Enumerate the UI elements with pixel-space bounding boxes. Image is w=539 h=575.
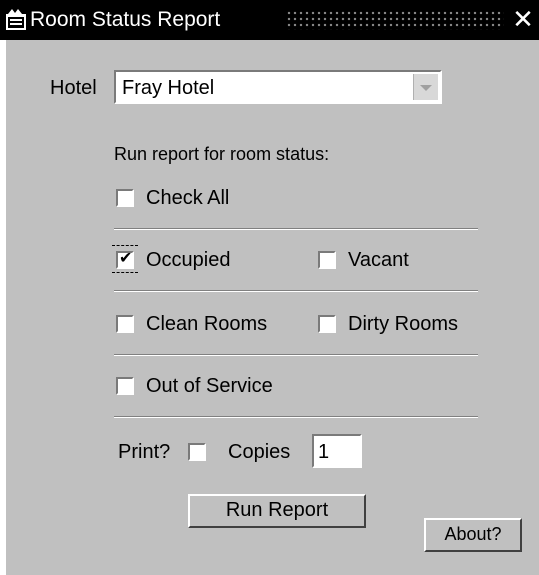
vacant-checkbox[interactable]	[318, 251, 336, 269]
dirty-rooms-checkbox-row[interactable]: Dirty Rooms	[318, 312, 488, 340]
check-all-checkbox-row[interactable]: Check All	[116, 186, 256, 214]
occupied-label: Occupied	[146, 249, 231, 271]
print-checkbox-row[interactable]	[188, 440, 212, 468]
copies-value: 1	[318, 441, 330, 463]
divider	[114, 416, 478, 418]
room-status-heading: Run report for room status:	[114, 144, 330, 164]
print-checkbox[interactable]	[188, 443, 206, 461]
divider	[114, 228, 478, 230]
check-all-label: Check All	[146, 187, 230, 209]
close-icon[interactable]: ✕	[510, 4, 536, 34]
forms-app-icon	[6, 9, 26, 30]
run-report-button[interactable]: Run Report	[188, 494, 366, 528]
chevron-down-icon	[420, 85, 432, 91]
hotel-select-value: Fray Hotel	[122, 77, 215, 99]
hotel-select[interactable]: Fray Hotel	[114, 70, 442, 104]
window-frame-left	[0, 40, 6, 575]
title-bar[interactable]: Room Status Report ✕	[0, 0, 539, 40]
occupied-checkbox[interactable]: ✔	[116, 248, 134, 269]
vacant-label: Vacant	[348, 249, 409, 271]
clean-rooms-checkbox[interactable]	[116, 315, 134, 333]
dirty-rooms-label: Dirty Rooms	[348, 313, 459, 335]
checkmark-icon: ✔	[119, 248, 133, 267]
out-of-service-label: Out of Service	[146, 375, 273, 397]
check-all-checkbox[interactable]	[116, 189, 134, 207]
room-status-report-window: Room Status Report ✕ Hotel Fray Hotel Ru…	[0, 0, 539, 575]
hotel-dropdown-button[interactable]	[413, 74, 438, 100]
hotel-label: Hotel	[50, 77, 97, 99]
window-title: Room Status Report	[30, 8, 221, 31]
print-label: Print?	[118, 441, 171, 463]
title-bar-grip	[286, 10, 504, 30]
divider	[114, 290, 478, 292]
occupied-checkbox-row[interactable]: ✔ Occupied	[112, 245, 256, 276]
about-button[interactable]: About?	[424, 518, 522, 552]
out-of-service-checkbox-row[interactable]: Out of Service	[116, 374, 306, 402]
clean-rooms-checkbox-row[interactable]: Clean Rooms	[116, 312, 306, 340]
out-of-service-checkbox[interactable]	[116, 377, 134, 395]
copies-label: Copies	[228, 441, 291, 463]
divider	[114, 354, 478, 356]
clean-rooms-label: Clean Rooms	[146, 313, 268, 335]
copies-input[interactable]: 1	[312, 434, 362, 468]
vacant-checkbox-row[interactable]: Vacant	[318, 248, 438, 276]
dirty-rooms-checkbox[interactable]	[318, 315, 336, 333]
